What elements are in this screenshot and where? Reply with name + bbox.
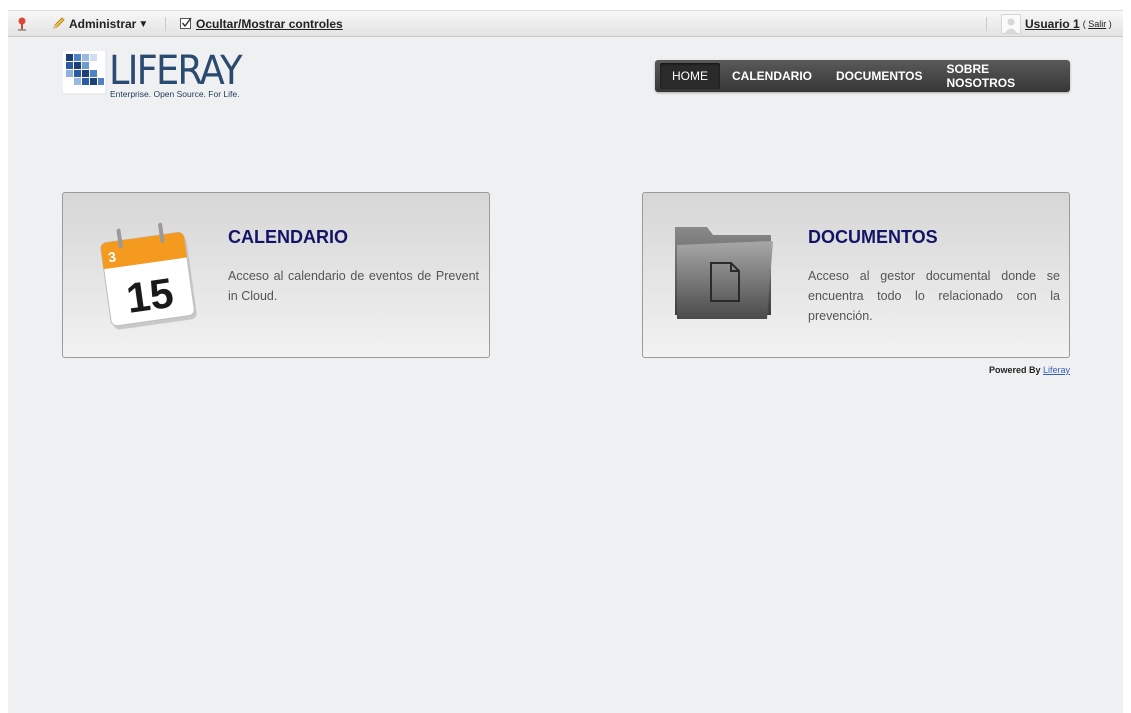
chevron-down-icon: ▼ [138, 18, 149, 30]
salir-open-paren: ( [1082, 19, 1086, 29]
logo-mosaic-icon [62, 50, 107, 95]
checkbox-icon[interactable] [180, 17, 192, 32]
left-edge [0, 0, 8, 713]
toggle-controls[interactable]: Ocultar/Mostrar controles [180, 11, 343, 37]
liferay-link[interactable]: Liferay [1043, 365, 1070, 375]
main-navigation: HOME CALENDARIO DOCUMENTOS SOBRE NOSOTRO… [655, 60, 1070, 92]
salir-close-paren: ) [1108, 19, 1112, 29]
user-name[interactable]: Usuario 1 [1025, 17, 1080, 31]
logo-word: LIFERAY [109, 48, 243, 94]
powered-by: Powered By Liferay [900, 365, 1070, 375]
nav-item-home[interactable]: HOME [660, 63, 720, 89]
card-description: Acceso al calendario de eventos de Preve… [228, 269, 479, 303]
top-edge [0, 0, 1131, 10]
card-title[interactable]: DOCUMENTOS [808, 227, 938, 248]
logo-tagline: Enterprise. Open Source. For Life. [110, 89, 240, 99]
administrar-label: Administrar [69, 17, 137, 31]
calendar-day-number: 15 [123, 269, 176, 322]
avatar [1001, 14, 1021, 34]
nav-item-documentos[interactable]: DOCUMENTOS [824, 63, 934, 89]
folder-icon [675, 227, 773, 319]
pencil-icon [52, 16, 66, 33]
liferay-logo[interactable]: LIFERAY Enterprise. Open Source. For Lif… [62, 48, 252, 120]
calendar-icon: 15 3 [100, 222, 197, 330]
calendario-card[interactable]: 15 3 CALENDARIO Acceso al calendario de … [62, 192, 490, 358]
dock-separator [165, 17, 166, 31]
right-edge [1123, 0, 1131, 713]
dock-separator [986, 17, 987, 31]
salir-wrapper: ( Salir ) [1083, 19, 1112, 29]
documentos-card[interactable]: DOCUMENTOS Acceso al gestor documental d… [642, 192, 1070, 358]
card-description: Acceso al gestor documental donde se enc… [808, 269, 1060, 323]
dockbar: Administrar ▼ Ocultar/Mostrar controles … [8, 10, 1123, 37]
powered-by-label: Powered By [988, 365, 1041, 375]
liferay-pin-icon[interactable] [16, 11, 28, 37]
salir-link[interactable]: Salir [1088, 19, 1106, 29]
toggle-controls-label: Ocultar/Mostrar controles [196, 17, 343, 31]
nav-item-sobre-nosotros[interactable]: SOBRE NOSOTROS [934, 62, 1070, 90]
user-menu[interactable]: Usuario 1 ( Salir ) [1001, 11, 1112, 37]
administrar-menu[interactable]: Administrar ▼ [52, 11, 148, 37]
card-title[interactable]: CALENDARIO [228, 227, 348, 248]
nav-item-calendario[interactable]: CALENDARIO [720, 63, 824, 89]
